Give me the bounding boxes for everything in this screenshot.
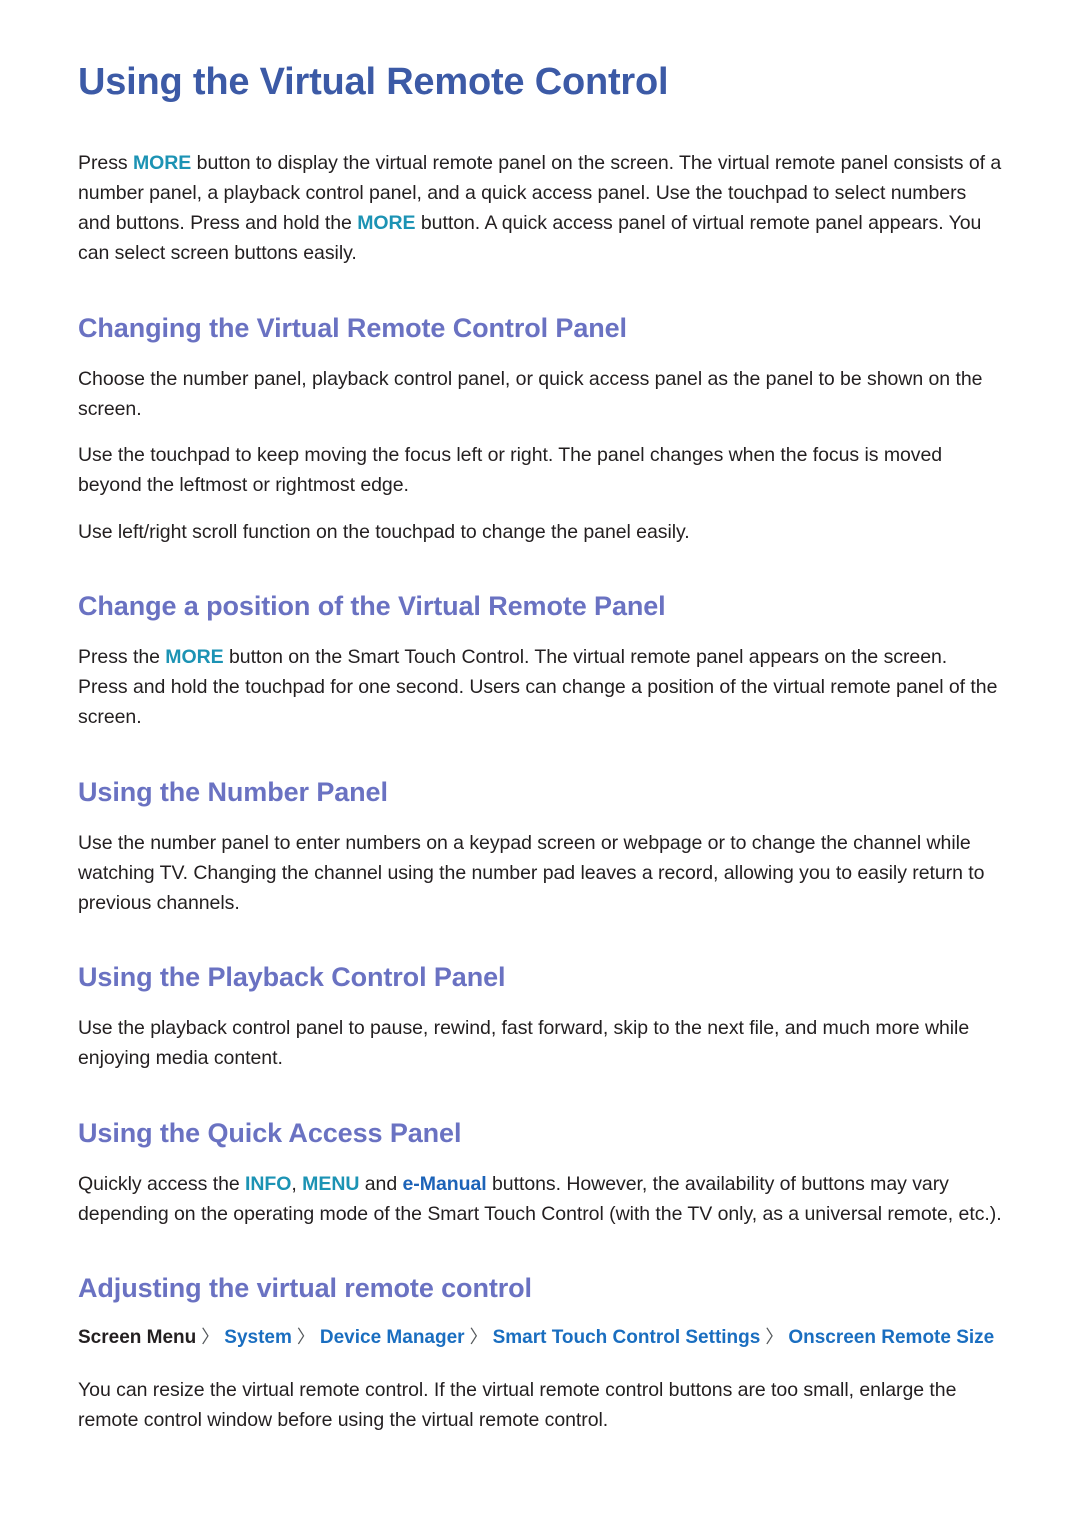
keyword-e-manual: e-Manual [402, 1172, 487, 1195]
keyword-more-2: MORE [357, 212, 416, 235]
chevron-right-icon: 〉 [469, 1327, 488, 1348]
section-paragraph: Choose the number panel, playback contro… [78, 367, 983, 420]
section-paragraph: Use the playback control panel to pause,… [78, 1017, 970, 1070]
paragraph-text-1: Press the [78, 645, 166, 668]
section-change-position: Change a position of the Virtual Remote … [78, 591, 1002, 733]
section-quick-access-panel: Using the Quick Access Panel Quickly acc… [78, 1118, 1002, 1229]
keyword-menu: MENU [302, 1172, 360, 1195]
breadcrumb-root: Screen Menu [78, 1327, 197, 1349]
section-heading: Adjusting the virtual remote control [78, 1273, 532, 1304]
section-adjusting-remote: Adjusting the virtual remote control Scr… [78, 1273, 1002, 1435]
intro-paragraph: Press MORE button to display the virtual… [78, 148, 1002, 269]
breadcrumb-item-system[interactable]: System [224, 1327, 292, 1348]
chevron-right-icon: 〉 [296, 1327, 315, 1348]
breadcrumb-item-device-manager[interactable]: Device Manager [320, 1327, 465, 1348]
section-heading: Change a position of the Virtual Remote … [78, 590, 666, 621]
document-page: Using the Virtual Remote Control Press M… [0, 0, 1080, 1527]
section-paragraph: Use left/right scroll function on the to… [78, 520, 690, 543]
paragraph-text-1: Quickly access the [78, 1172, 246, 1195]
section-paragraph: Use the number panel to enter numbers on… [78, 831, 985, 914]
section-heading: Using the Number Panel [78, 776, 388, 807]
breadcrumb-item-smart-touch-control-settings[interactable]: Smart Touch Control Settings [493, 1327, 761, 1348]
breadcrumb-item-onscreen-remote-size[interactable]: Onscreen Remote Size [788, 1327, 994, 1348]
section-playback-panel: Using the Playback Control Panel Use the… [78, 962, 1002, 1073]
paragraph-sep-1: , [291, 1172, 303, 1195]
section-paragraph: Quickly access the INFO, MENU and e-Manu… [78, 1169, 1002, 1229]
keyword-more: MORE [165, 645, 224, 668]
chevron-right-icon: 〉 [765, 1327, 784, 1348]
section-number-panel: Using the Number Panel Use the number pa… [78, 777, 1002, 919]
section-paragraph: Use the touchpad to keep moving the focu… [78, 444, 943, 497]
section-paragraph: You can resize the virtual remote contro… [78, 1378, 957, 1431]
intro-section: Press MORE button to display the virtual… [78, 148, 1002, 269]
section-heading: Using the Playback Control Panel [78, 962, 506, 993]
paragraph-sep-2: and [359, 1172, 403, 1195]
section-heading: Using the Quick Access Panel [78, 1117, 462, 1148]
breadcrumb: Screen Menu 〉 System 〉 Device Manager 〉 Smart … [78, 1324, 1002, 1353]
keyword-more-1: MORE [132, 151, 192, 174]
section-changing-panel: Changing the Virtual Remote Control Pane… [78, 313, 1002, 547]
section-paragraph: Press the MORE button on the Smart Touch… [78, 642, 1002, 733]
intro-text-1: Press [78, 151, 133, 174]
section-heading: Changing the Virtual Remote Control Pane… [78, 312, 627, 343]
page-title: Using the Virtual Remote Control [78, 61, 669, 103]
keyword-info: INFO [245, 1172, 292, 1195]
chevron-right-icon: 〉 [201, 1327, 220, 1348]
